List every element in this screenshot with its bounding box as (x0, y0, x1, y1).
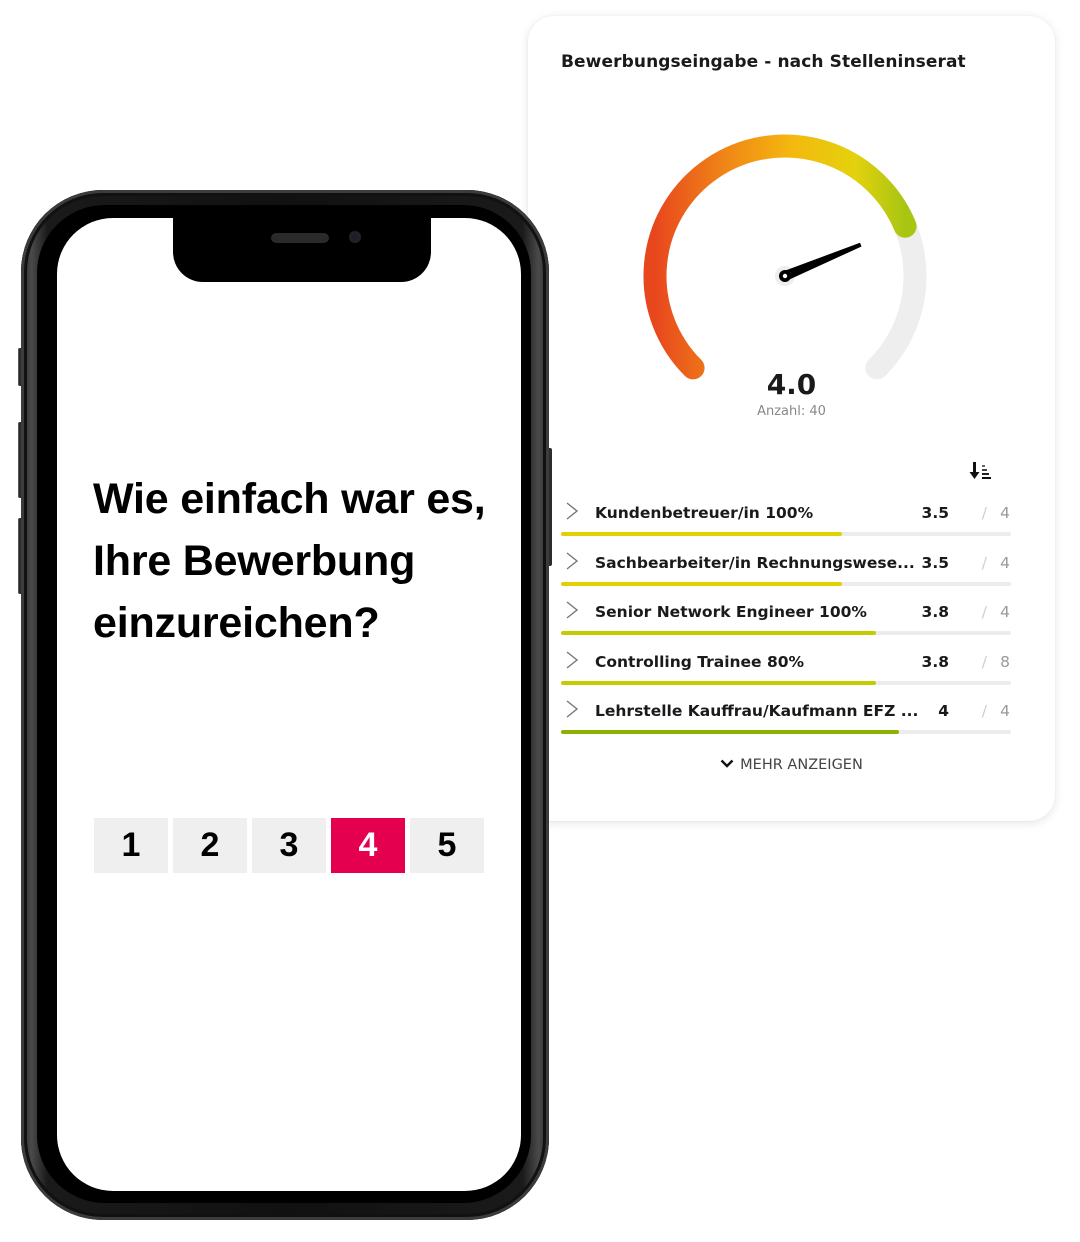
rating-option-3[interactable]: 3 (252, 818, 326, 873)
rating-option-1[interactable]: 1 (94, 818, 168, 873)
job-title: Kundenbetreuer/in 100% (595, 504, 814, 522)
gauge-fill-arc (643, 134, 917, 380)
show-more-label: MEHR ANZEIGEN (740, 757, 863, 773)
score-bar-track (561, 581, 1011, 586)
response-count: Anzahl: 40 (757, 404, 826, 419)
job-count: 4 (1000, 702, 1010, 720)
chevron-right-icon (566, 502, 579, 520)
score-bar-fill (561, 532, 843, 536)
show-more-button[interactable]: MEHR ANZEIGEN (528, 757, 1055, 773)
job-title: Sachbearbeiter/in Rechnungswese... (595, 553, 915, 572)
job-score: 3.5 (921, 504, 949, 522)
separator: / (981, 702, 987, 720)
score-bar-track (561, 631, 1011, 635)
score-bar-fill (561, 631, 876, 635)
gauge-value: 4.0 (766, 368, 817, 401)
job-score: 4 (938, 702, 949, 720)
job-title: Lehrstelle Kauffrau/Kaufmann EFZ ... (595, 702, 919, 720)
job-row[interactable]: Lehrstelle Kauffrau/Kaufmann EFZ ... 4 /… (561, 698, 1011, 748)
score-bar-fill (561, 680, 876, 685)
chevron-right-icon (566, 551, 579, 570)
score-bar-fill (561, 581, 843, 586)
gauge-needle (775, 242, 862, 286)
job-count: 4 (1000, 603, 1010, 621)
job-row[interactable]: Senior Network Engineer 100% 3.8 / 4 (561, 599, 1011, 649)
speaker-grille (271, 233, 329, 243)
rating-option-4[interactable]: 4 (331, 818, 405, 873)
job-title: Senior Network Engineer 100% (595, 603, 867, 621)
score-bar-track (561, 532, 1011, 536)
rating-scale: 1 2 3 4 5 (94, 818, 484, 873)
rating-option-5[interactable]: 5 (410, 818, 484, 873)
chevron-right-icon (566, 650, 579, 669)
sort-descending-icon[interactable] (968, 460, 992, 482)
separator: / (981, 553, 987, 572)
job-count: 4 (1000, 504, 1010, 522)
rating-option-2[interactable]: 2 (173, 818, 247, 873)
job-list: Kundenbetreuer/in 100% 3.5 / 4 Sachbearb… (561, 500, 1011, 748)
notch (173, 218, 431, 282)
score-bar-fill (561, 730, 899, 734)
survey-question: Wie einfach war es, Ihre Bewerbung einzu… (93, 475, 486, 647)
front-camera-icon (349, 231, 361, 243)
rating-card: Bewerbungseingabe - nach Stelleninserat … (528, 16, 1055, 821)
phone-mockup: Wie einfach war es, Ihre Bewerbung einzu… (18, 190, 552, 1220)
chevron-down-icon (720, 759, 734, 768)
chevron-right-icon (566, 700, 579, 718)
job-row[interactable]: Kundenbetreuer/in 100% 3.5 / 4 (561, 500, 1011, 550)
job-row[interactable]: Controlling Trainee 80% 3.8 / 8 (561, 649, 1011, 699)
job-score: 3.8 (921, 652, 949, 671)
separator: / (981, 603, 987, 621)
phone-screen: Wie einfach war es, Ihre Bewerbung einzu… (57, 218, 521, 1191)
score-bar-track (561, 730, 1011, 734)
job-title: Controlling Trainee 80% (595, 652, 805, 671)
chevron-right-icon (566, 601, 579, 619)
job-count: 8 (1000, 652, 1010, 671)
job-score: 3.5 (921, 553, 949, 572)
score-bar-track (561, 680, 1011, 685)
separator: / (981, 652, 987, 671)
job-score: 3.8 (921, 603, 949, 621)
job-count: 4 (1000, 553, 1010, 572)
job-row[interactable]: Sachbearbeiter/in Rechnungswese... 3.5 /… (561, 550, 1011, 600)
separator: / (981, 504, 987, 522)
